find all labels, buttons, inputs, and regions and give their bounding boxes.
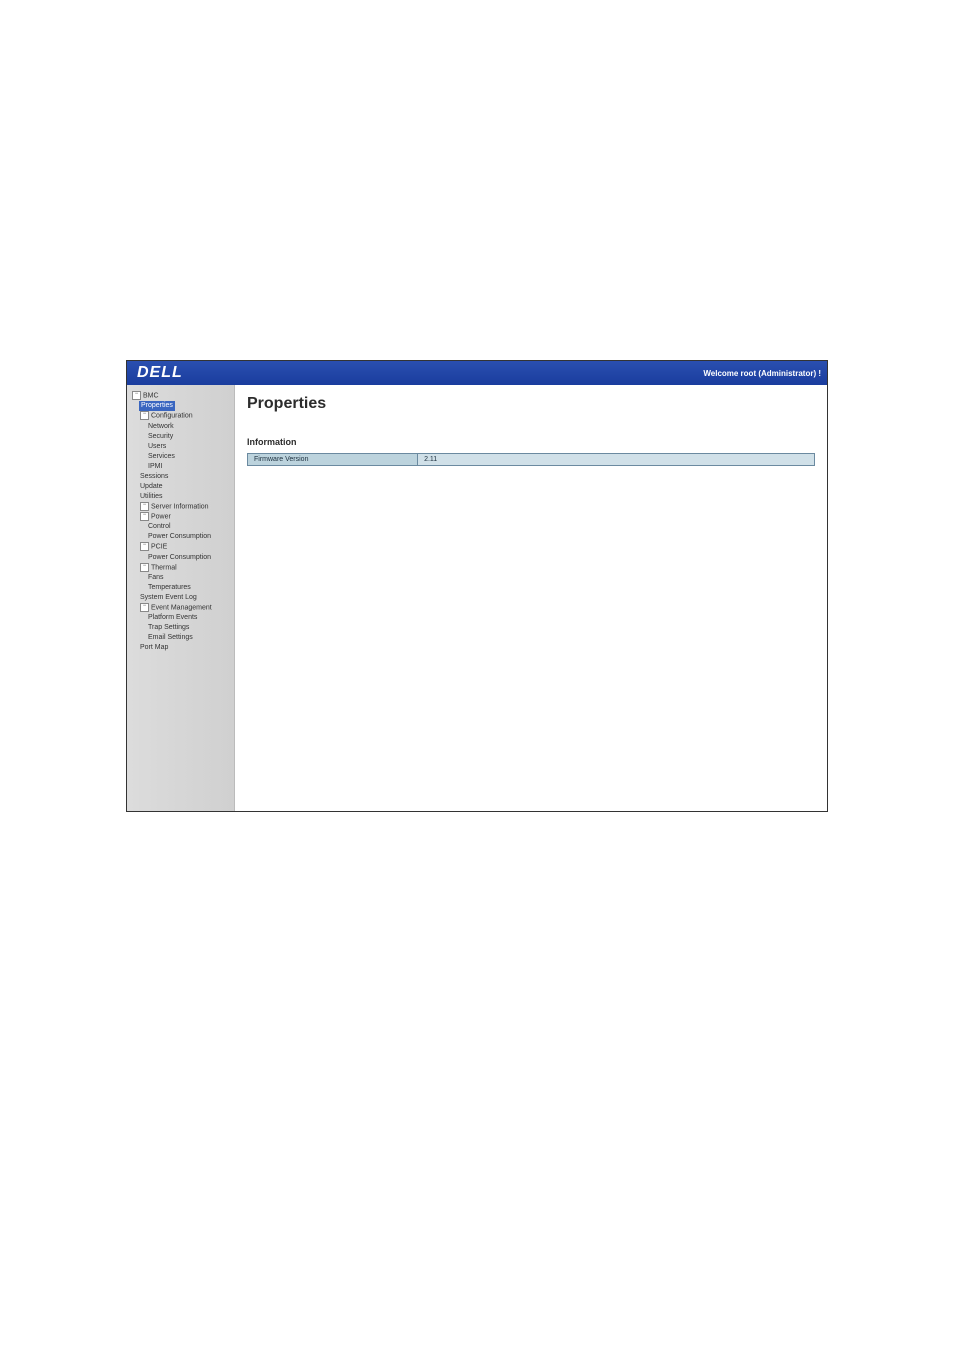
welcome-text: Welcome root (Administrator) ! bbox=[703, 369, 821, 378]
section-title-information: Information bbox=[247, 437, 815, 447]
sidebar-item-configuration[interactable]: Configuration bbox=[139, 411, 230, 421]
sidebar-item-ipmi[interactable]: IPMI bbox=[147, 462, 230, 472]
sidebar-item-power-consumption[interactable]: Power Consumption bbox=[147, 532, 230, 542]
sidebar-item-event-management[interactable]: Event Management bbox=[139, 603, 230, 613]
sidebar-item-platform-events[interactable]: Platform Events bbox=[147, 613, 230, 623]
sidebar-item-network[interactable]: Network bbox=[147, 422, 230, 432]
info-label-firmware-version: Firmware Version bbox=[248, 454, 418, 466]
sidebar-item-fans[interactable]: Fans bbox=[147, 573, 230, 583]
information-table: Firmware Version2.11 bbox=[247, 453, 815, 466]
sidebar-item-power[interactable]: Power bbox=[139, 512, 230, 522]
sidebar-item-security[interactable]: Security bbox=[147, 432, 230, 442]
sidebar-item-utilities[interactable]: Utilities bbox=[139, 492, 230, 502]
sidebar-item-server-information[interactable]: Server Information bbox=[139, 502, 230, 512]
top-bar: DELL Welcome root (Administrator) ! bbox=[127, 361, 827, 385]
sidebar-item-thermal[interactable]: Thermal bbox=[139, 563, 230, 573]
sidebar-item-bmc[interactable]: BMC bbox=[131, 391, 230, 401]
dell-logo: DELL bbox=[133, 364, 183, 382]
content-pane: Properties Information Firmware Version2… bbox=[235, 385, 827, 811]
bmc-admin-window: DELL Welcome root (Administrator) ! BMCP… bbox=[126, 360, 828, 812]
sidebar-item-services[interactable]: Services bbox=[147, 452, 230, 462]
table-row: Firmware Version2.11 bbox=[248, 454, 815, 466]
sidebar-item-power-consumption[interactable]: Power Consumption bbox=[147, 553, 230, 563]
sidebar-nav: BMCPropertiesConfigurationNetworkSecurit… bbox=[127, 385, 235, 811]
sidebar-item-temperatures[interactable]: Temperatures bbox=[147, 583, 230, 593]
sidebar-item-control[interactable]: Control bbox=[147, 522, 230, 532]
sidebar-item-users[interactable]: Users bbox=[147, 442, 230, 452]
sidebar-item-update[interactable]: Update bbox=[139, 482, 230, 492]
main-area: BMCPropertiesConfigurationNetworkSecurit… bbox=[127, 385, 827, 811]
sidebar-item-email-settings[interactable]: Email Settings bbox=[147, 633, 230, 643]
info-value-firmware-version: 2.11 bbox=[418, 454, 815, 466]
page-title: Properties bbox=[247, 395, 815, 413]
sidebar-item-sessions[interactable]: Sessions bbox=[139, 472, 230, 482]
sidebar-item-properties[interactable]: Properties bbox=[139, 401, 175, 411]
sidebar-item-trap-settings[interactable]: Trap Settings bbox=[147, 623, 230, 633]
sidebar-item-pcie[interactable]: PCIE bbox=[139, 542, 230, 552]
sidebar-item-port-map[interactable]: Port Map bbox=[139, 643, 230, 653]
sidebar-item-system-event-log[interactable]: System Event Log bbox=[139, 593, 230, 603]
